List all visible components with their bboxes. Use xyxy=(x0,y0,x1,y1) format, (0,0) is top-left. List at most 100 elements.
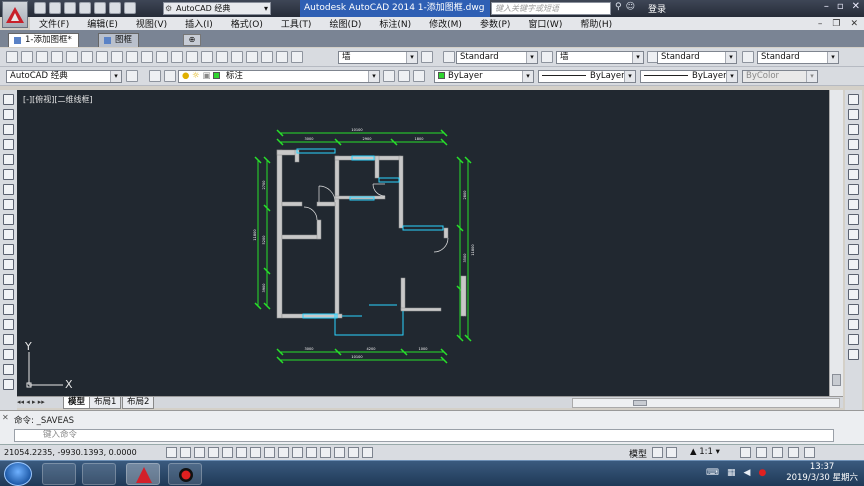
menu-view[interactable]: 视图(V) xyxy=(127,17,176,30)
layer-state-combo[interactable]: ● ☼ ▣ 标注 xyxy=(178,70,380,83)
undo-icon[interactable] xyxy=(109,2,121,14)
plotstyle-combo[interactable]: ByColor xyxy=(742,70,818,83)
clean-screen-icon[interactable] xyxy=(804,447,815,458)
doc-restore-icon[interactable]: ❐ xyxy=(832,19,840,29)
layer-match-icon[interactable] xyxy=(164,70,176,82)
object-snap-icon[interactable] xyxy=(236,447,247,458)
menu-help[interactable]: 帮助(H) xyxy=(571,17,621,30)
user-icon[interactable]: ☺ xyxy=(626,2,635,12)
command-input[interactable]: 键入命令 xyxy=(14,429,834,442)
menu-tools[interactable]: 工具(T) xyxy=(272,17,321,30)
tab-model[interactable]: 模型 xyxy=(63,397,91,409)
add-selected-icon[interactable] xyxy=(3,379,14,390)
dim-text-edit-icon[interactable] xyxy=(276,51,288,63)
workspace-combo[interactable]: AutoCAD 经典 xyxy=(6,70,122,83)
snap-mode-icon[interactable] xyxy=(180,447,191,458)
ortho-mode-icon[interactable] xyxy=(208,447,219,458)
layout-nav-arrows[interactable]: ◂◂ ◂ ▸ ▸▸ xyxy=(17,398,45,406)
inspect-icon[interactable] xyxy=(231,51,243,63)
redo-icon[interactable] xyxy=(124,2,136,14)
horizontal-scroll-thumb[interactable] xyxy=(633,400,647,406)
save-as-icon[interactable] xyxy=(79,2,91,14)
taskbar-recorder-icon[interactable] xyxy=(168,463,202,485)
tray-keyboard-icon[interactable]: ⌨ xyxy=(706,468,719,478)
table-style-icon[interactable] xyxy=(742,51,754,63)
arc-length-icon[interactable] xyxy=(36,51,48,63)
quick-view-drawings-icon[interactable] xyxy=(666,447,677,458)
trim-icon[interactable] xyxy=(848,229,859,240)
region-icon[interactable] xyxy=(3,334,14,345)
ellipse-icon[interactable] xyxy=(3,229,14,240)
file-tab-active[interactable]: 1-添加图框* xyxy=(8,33,79,47)
login-button[interactable]: 登录 xyxy=(648,2,666,15)
linetype-combo[interactable]: ByLayer xyxy=(538,70,636,83)
color-combo[interactable]: ByLayer xyxy=(434,70,534,83)
selection-cycling-icon[interactable] xyxy=(348,447,359,458)
quick-properties-icon[interactable] xyxy=(334,447,345,458)
dynamic-input-icon[interactable] xyxy=(292,447,303,458)
horizontal-scrollbar[interactable] xyxy=(572,398,840,408)
close-icon[interactable]: ✕ xyxy=(852,1,860,12)
tray-volume-icon[interactable]: ◀ xyxy=(744,468,751,478)
new-file-icon[interactable] xyxy=(34,2,46,14)
menu-format[interactable]: 格式(O) xyxy=(222,17,272,30)
isolate-objects-icon[interactable] xyxy=(788,447,799,458)
jogged-dim-icon[interactable] xyxy=(81,51,93,63)
tolerance-icon[interactable] xyxy=(201,51,213,63)
quick-dim-icon[interactable] xyxy=(126,51,138,63)
dim-style-combo[interactable]: Standard xyxy=(657,51,737,64)
erase-icon[interactable] xyxy=(848,94,859,105)
multiline-text-icon[interactable] xyxy=(3,364,14,375)
text-style-icon[interactable] xyxy=(443,51,455,63)
vertical-scroll-thumb[interactable] xyxy=(832,374,841,386)
taskbar-explorer-icon[interactable] xyxy=(82,463,116,485)
search-input[interactable]: 键入关键字或短语 xyxy=(491,2,611,15)
array-icon[interactable] xyxy=(848,154,859,165)
quick-view-layouts-icon[interactable] xyxy=(652,447,663,458)
workspace-settings-icon[interactable] xyxy=(126,70,138,82)
angular-dim-icon[interactable] xyxy=(111,51,123,63)
vertical-scrollbar[interactable] xyxy=(829,90,843,396)
workspace-switch-icon[interactable] xyxy=(740,447,751,458)
tab-layout2[interactable]: 布局2 xyxy=(122,397,155,409)
menu-edit[interactable]: 编辑(E) xyxy=(78,17,127,30)
radius-dim-icon[interactable] xyxy=(66,51,78,63)
circle-icon[interactable] xyxy=(3,184,14,195)
layer-walk-icon[interactable] xyxy=(413,70,425,82)
lineweight-combo[interactable]: ByLayer xyxy=(640,70,738,83)
scale-icon[interactable] xyxy=(848,199,859,210)
insert-block-icon[interactable] xyxy=(3,259,14,270)
line-icon[interactable] xyxy=(3,94,14,105)
explode-icon[interactable] xyxy=(848,349,859,360)
start-button[interactable] xyxy=(4,462,32,486)
copy-icon[interactable] xyxy=(848,109,859,120)
open-file-icon[interactable] xyxy=(49,2,61,14)
rectangle-icon[interactable] xyxy=(3,154,14,165)
stretch-icon[interactable] xyxy=(848,214,859,225)
layer-properties-icon[interactable] xyxy=(149,70,161,82)
menu-modify[interactable]: 修改(M) xyxy=(420,17,471,30)
aligned-dim-icon[interactable] xyxy=(21,51,33,63)
offset-icon[interactable] xyxy=(848,139,859,150)
ordinate-dim-icon[interactable] xyxy=(51,51,63,63)
lineweight-toggle-icon[interactable] xyxy=(306,447,317,458)
blend-curves-icon[interactable] xyxy=(848,334,859,345)
tray-record-icon[interactable]: ● xyxy=(758,468,766,478)
construction-line-icon[interactable] xyxy=(3,109,14,120)
hardware-accel-icon[interactable] xyxy=(772,447,783,458)
dim-update-icon[interactable] xyxy=(291,51,303,63)
rotate-icon[interactable] xyxy=(848,184,859,195)
linear-dim-icon[interactable] xyxy=(6,51,18,63)
application-menu-button[interactable] xyxy=(2,1,28,28)
baseline-dim-icon[interactable] xyxy=(141,51,153,63)
tab-layout1[interactable]: 布局1 xyxy=(89,397,122,409)
revision-cloud-icon[interactable] xyxy=(3,199,14,210)
dynamic-ucs-icon[interactable] xyxy=(278,447,289,458)
break-at-point-icon[interactable] xyxy=(848,259,859,270)
binoculars-icon[interactable]: ⚲ xyxy=(615,2,622,12)
dim-break-icon[interactable] xyxy=(186,51,198,63)
dim-layer-icon[interactable] xyxy=(541,51,553,63)
menu-insert[interactable]: 插入(I) xyxy=(176,17,222,30)
continue-dim-icon[interactable] xyxy=(156,51,168,63)
jogged-linear-icon[interactable] xyxy=(246,51,258,63)
